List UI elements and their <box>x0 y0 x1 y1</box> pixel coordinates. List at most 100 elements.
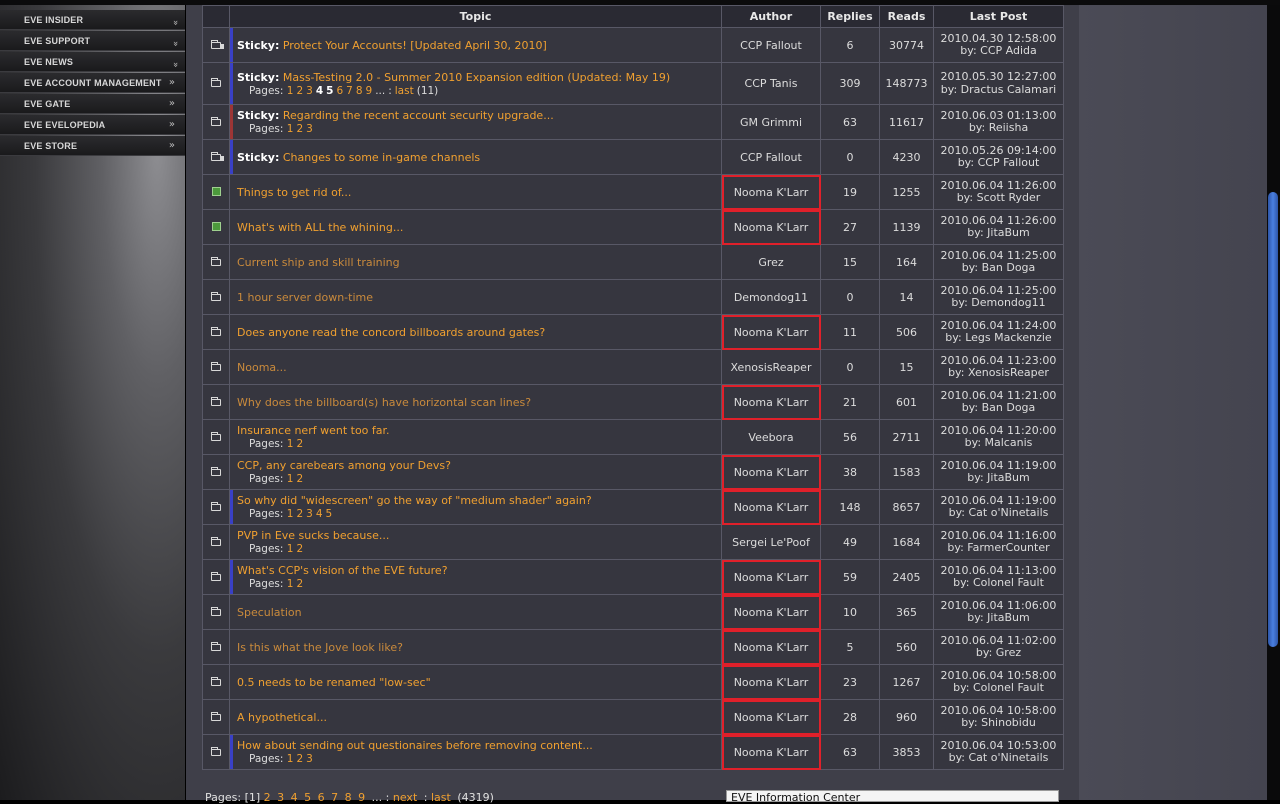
topic-link[interactable]: Why does the billboard(s) have horizonta… <box>237 396 531 409</box>
author-cell[interactable]: Nooma K'Larr <box>721 664 821 700</box>
topic-link[interactable]: Nooma... <box>237 361 287 374</box>
author-cell[interactable]: XenosisReaper <box>721 349 821 385</box>
page-link[interactable]: 3 <box>306 85 313 97</box>
author-cell[interactable]: GM Grimmi <box>721 104 821 140</box>
last-post-author[interactable]: by: Cat o'Ninetails <box>934 751 1063 765</box>
author-cell[interactable]: Veebora <box>721 419 821 455</box>
last-post-author[interactable]: by: JitaBum <box>934 226 1063 240</box>
page-link[interactable]: 7 <box>346 85 353 97</box>
page-link[interactable]: 2 <box>296 473 303 485</box>
author-cell[interactable]: Demondog11 <box>721 279 821 315</box>
sidebar-item-eve-news[interactable]: EVE NEWS» <box>0 52 185 72</box>
page-link[interactable]: 1 <box>287 753 294 765</box>
author-cell[interactable]: Nooma K'Larr <box>721 314 821 350</box>
topic-link[interactable]: What's with ALL the whining... <box>237 221 403 234</box>
author-cell[interactable]: Nooma K'Larr <box>721 559 821 595</box>
page-link[interactable]: 7 <box>331 791 338 804</box>
author-cell[interactable]: CCP Tanis <box>721 62 821 105</box>
page-link[interactable]: 2 <box>264 791 271 804</box>
page-link[interactable]: 3 <box>306 508 313 520</box>
page-link[interactable]: 6 <box>318 791 325 804</box>
page-link[interactable]: 1 <box>287 473 294 485</box>
page-link[interactable]: 4 <box>316 85 323 97</box>
author-cell[interactable]: Nooma K'Larr <box>721 629 821 665</box>
sidebar-item-eve-gate[interactable]: EVE GATE » <box>0 94 185 114</box>
topic-link[interactable]: CCP, any carebears among your Devs? <box>237 459 451 472</box>
page-link[interactable]: 1 <box>287 508 294 520</box>
topic-link[interactable]: PVP in Eve sucks because... <box>237 529 389 542</box>
page-link[interactable]: 9 <box>366 85 373 97</box>
page-link[interactable]: 5 <box>326 85 333 97</box>
page-link[interactable]: 4 <box>291 791 298 804</box>
last-post-author[interactable]: by: CCP Fallout <box>934 156 1063 170</box>
last-post-author[interactable]: by: Reiisha <box>934 121 1063 135</box>
page-link[interactable]: 2 <box>296 438 303 450</box>
author-cell[interactable]: Nooma K'Larr <box>721 699 821 735</box>
sidebar-item-eve-store[interactable]: EVE STORE » <box>0 136 185 156</box>
author-cell[interactable]: Sergei Le'Poof <box>721 524 821 560</box>
last-post-column-header[interactable]: Last Post <box>933 5 1064 28</box>
topic-link[interactable]: Insurance nerf went too far. <box>237 424 390 437</box>
page-link[interactable]: 9 <box>358 791 365 804</box>
page-link[interactable]: 6 <box>336 85 343 97</box>
sidebar-item-eve-support[interactable]: EVE SUPPORT» <box>0 31 185 51</box>
topic-link[interactable]: Regarding the recent account security up… <box>283 109 554 122</box>
last-post-author[interactable]: by: Colonel Fault <box>934 576 1063 590</box>
page-link[interactable]: 1 <box>287 438 294 450</box>
page-link[interactable]: 5 <box>326 508 333 520</box>
last-post-author[interactable]: by: JitaBum <box>934 611 1063 625</box>
author-cell[interactable]: Nooma K'Larr <box>721 594 821 630</box>
topic-link[interactable]: So why did "widescreen" go the way of "m… <box>237 494 592 507</box>
forum-jump-select[interactable]: EVE Information Center <box>726 790 1059 802</box>
topic-link[interactable]: Speculation <box>237 606 302 619</box>
author-cell[interactable]: Nooma K'Larr <box>721 734 821 770</box>
topic-link[interactable]: Current ship and skill training <box>237 256 400 269</box>
page-link[interactable]: 2 <box>296 123 303 135</box>
last-post-author[interactable]: by: Shinobidu <box>934 716 1063 730</box>
page-link[interactable]: 3 <box>306 753 313 765</box>
page-link[interactable]: 3 <box>306 123 313 135</box>
last-post-author[interactable]: by: JitaBum <box>934 471 1063 485</box>
author-cell[interactable]: Nooma K'Larr <box>721 454 821 490</box>
last-post-author[interactable]: by: Ban Doga <box>934 401 1063 415</box>
page-link[interactable]: 2 <box>296 753 303 765</box>
last-post-author[interactable]: by: Grez <box>934 646 1063 660</box>
last-post-author[interactable]: by: Scott Ryder <box>934 191 1063 205</box>
topic-link[interactable]: Protect Your Accounts! [Updated April 30… <box>283 39 547 52</box>
topic-link[interactable]: A hypothetical... <box>237 711 327 724</box>
page-link[interactable]: 1 <box>287 85 294 97</box>
last-post-author[interactable]: by: XenosisReaper <box>934 366 1063 380</box>
topic-link[interactable]: Changes to some in-game channels <box>283 151 480 164</box>
author-cell[interactable]: Nooma K'Larr <box>721 384 821 420</box>
author-cell[interactable]: Grez <box>721 244 821 280</box>
reads-column-header[interactable]: Reads <box>879 5 934 28</box>
last-post-author[interactable]: by: Cat o'Ninetails <box>934 506 1063 520</box>
author-cell[interactable]: Nooma K'Larr <box>721 209 821 245</box>
page-link[interactable]: 2 <box>296 85 303 97</box>
scrollbar-thumb[interactable] <box>1268 192 1278 647</box>
topic-link[interactable]: Mass-Testing 2.0 - Summer 2010 Expansion… <box>283 71 670 84</box>
page-link[interactable]: 3 <box>277 791 284 804</box>
topic-link[interactable]: Is this what the Jove look like? <box>237 641 403 654</box>
page-link[interactable]: 1 <box>287 123 294 135</box>
page-link[interactable]: 4 <box>316 508 323 520</box>
author-cell[interactable]: Nooma K'Larr <box>721 174 821 210</box>
page-link[interactable]: 2 <box>296 578 303 590</box>
page-link[interactable]: 2 <box>296 543 303 555</box>
last-page-link[interactable]: last <box>431 791 451 804</box>
sidebar-item-eve-evelopedia[interactable]: EVE EVELOPEDIA » <box>0 115 185 135</box>
author-cell[interactable]: CCP Fallout <box>721 139 821 175</box>
last-post-author[interactable]: by: CCP Adida <box>934 44 1063 58</box>
page-link[interactable]: 2 <box>296 508 303 520</box>
topic-link[interactable]: 0.5 needs to be renamed "low-sec" <box>237 676 431 689</box>
last-post-author[interactable]: by: Demondog11 <box>934 296 1063 310</box>
sidebar-item-eve-insider[interactable]: EVE INSIDER» <box>0 10 185 30</box>
last-post-author[interactable]: by: Legs Mackenzie <box>934 331 1063 345</box>
last-post-author[interactable]: by: Ban Doga <box>934 261 1063 275</box>
page-link[interactable]: 1 <box>287 543 294 555</box>
topic-link[interactable]: Things to get rid of... <box>237 186 351 199</box>
last-post-author[interactable]: by: Dractus Calamari <box>934 83 1063 97</box>
last-post-author[interactable]: by: Malcanis <box>934 436 1063 450</box>
page-link[interactable]: last <box>395 85 414 97</box>
topic-link[interactable]: How about sending out questionaires befo… <box>237 739 593 752</box>
